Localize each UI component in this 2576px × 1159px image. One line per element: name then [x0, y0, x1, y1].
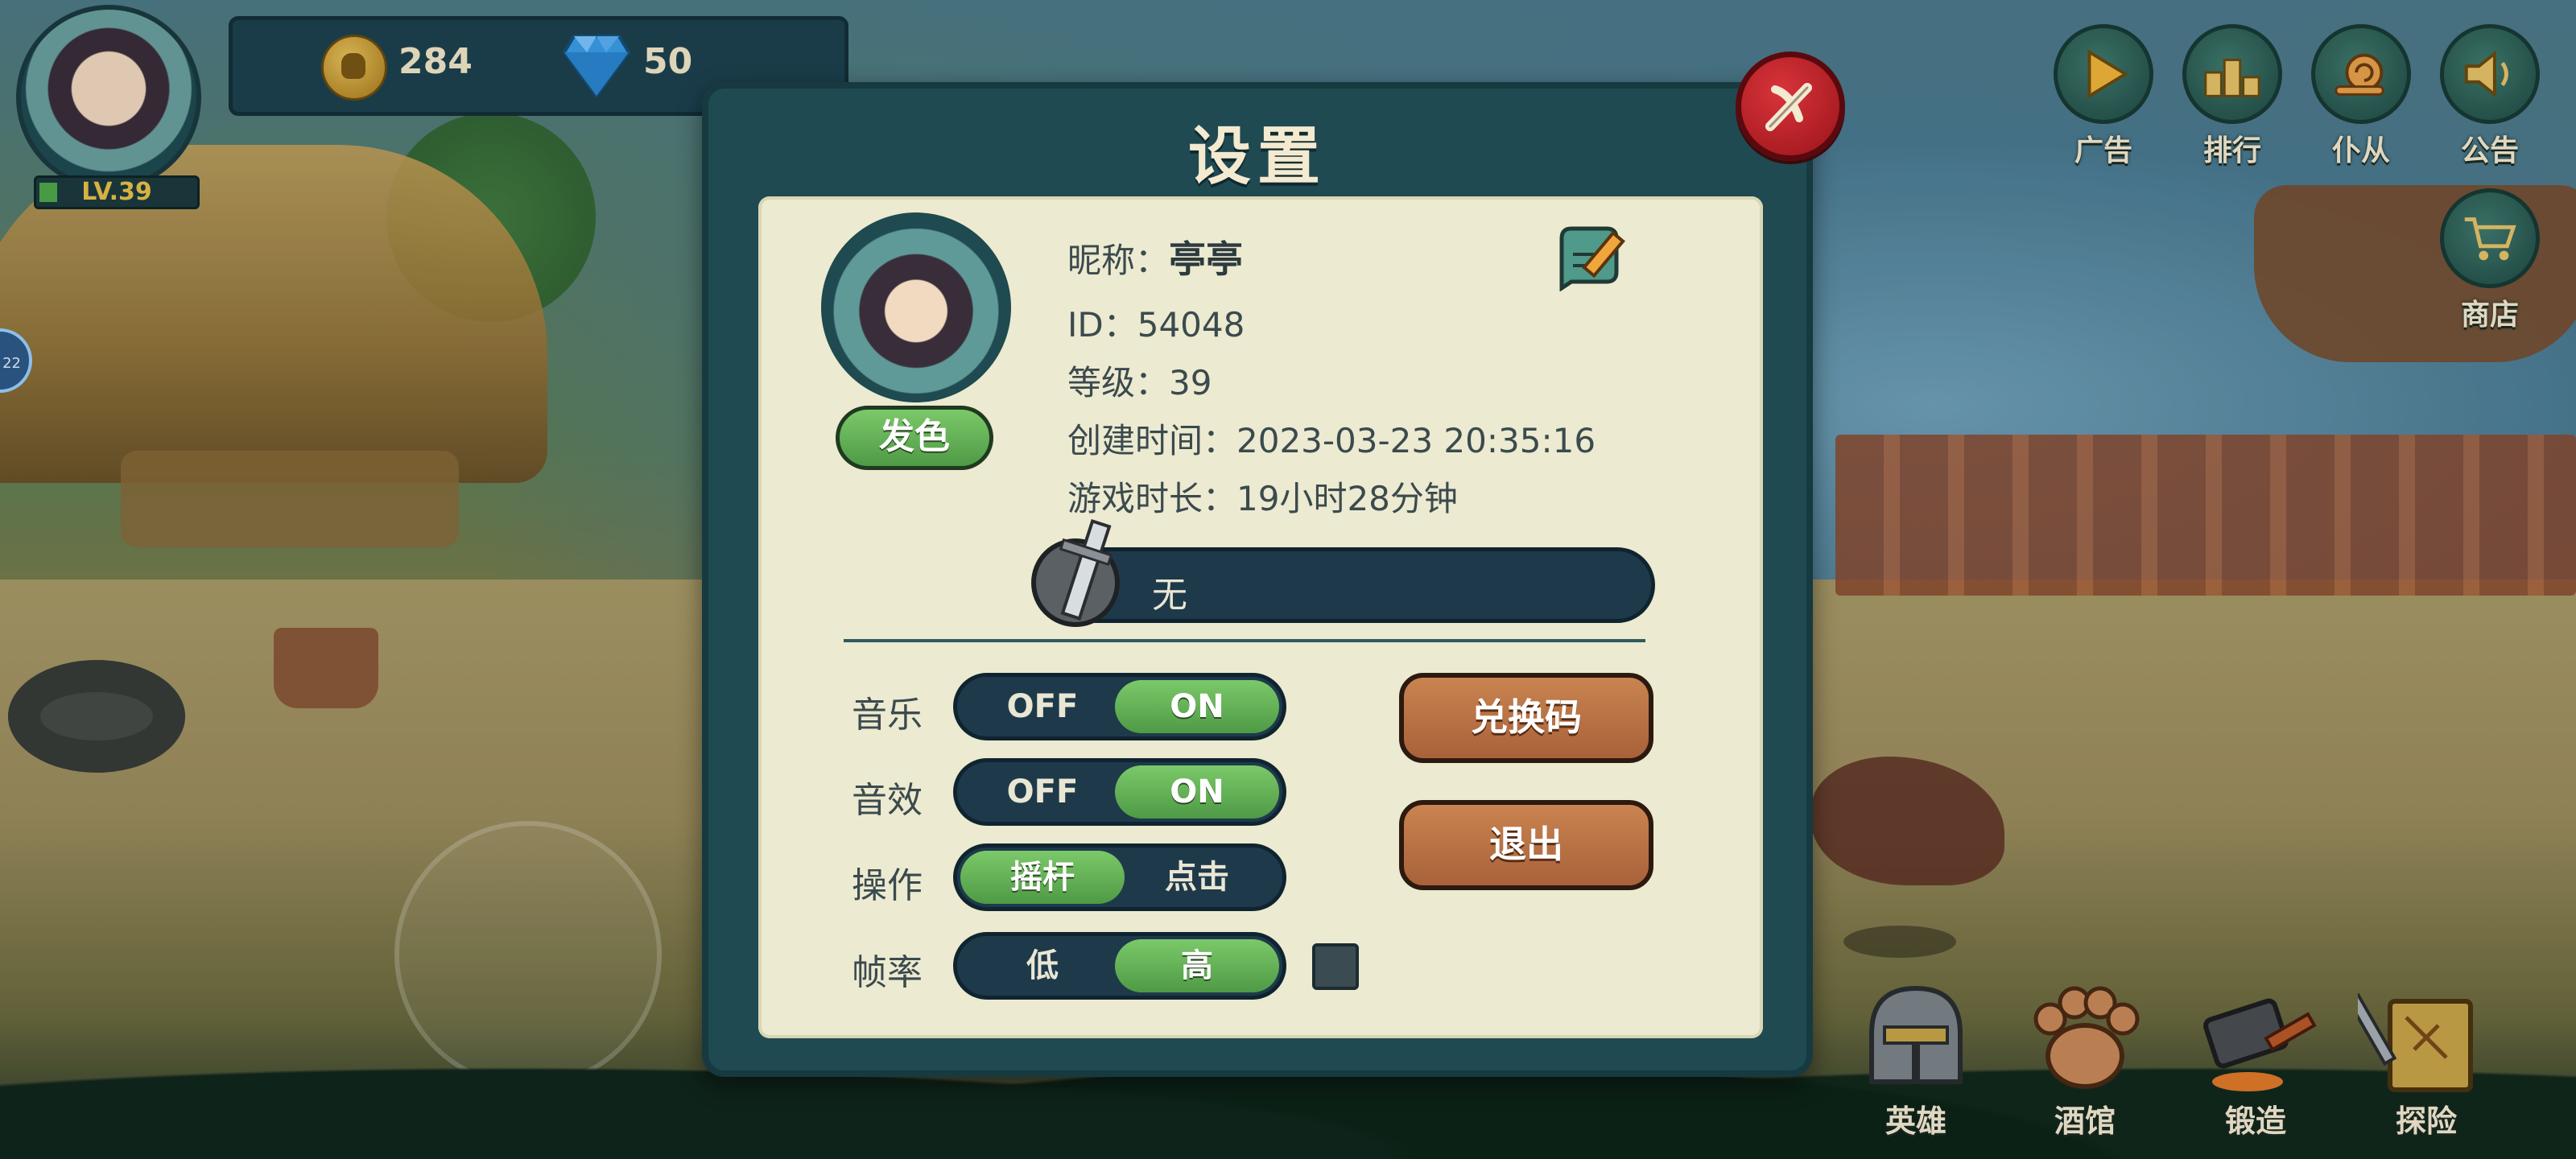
music-label: 音乐	[852, 695, 923, 736]
framerate-low-option[interactable]: 低	[960, 939, 1125, 992]
dialog-title: 设置	[1187, 121, 1327, 193]
framerate-label: 帧率	[852, 952, 923, 993]
hair-color-button[interactable]: 发色	[836, 406, 993, 470]
player-id: ID：54048	[1067, 305, 1245, 344]
title-slot[interactable]: 无	[1045, 547, 1655, 623]
framerate-toggle[interactable]: 低 高	[953, 932, 1286, 1000]
profile-avatar[interactable]	[821, 212, 1011, 402]
framerate-checkbox[interactable]	[1312, 943, 1359, 990]
player-level-info: 等级：39	[1067, 363, 1212, 402]
logout-button[interactable]: 退出	[1399, 800, 1653, 890]
framerate-high-option[interactable]: 高	[1115, 939, 1279, 992]
close-button[interactable]	[1736, 52, 1845, 161]
sound-effects-label: 音效	[852, 780, 923, 821]
sword-shield-icon	[1029, 515, 1133, 644]
sound-effects-toggle[interactable]: OFF ON	[953, 758, 1286, 826]
title-value: 无	[1152, 575, 1187, 616]
control-label: 操作	[852, 865, 923, 906]
sound-off-option[interactable]: OFF	[960, 765, 1125, 819]
nickname-value: 亭亭	[1169, 237, 1244, 281]
music-toggle[interactable]: OFF ON	[953, 673, 1286, 740]
music-on-option[interactable]: ON	[1115, 680, 1279, 733]
control-toggle[interactable]: 摇杆 点击	[953, 843, 1286, 911]
control-tap-option[interactable]: 点击	[1115, 851, 1279, 904]
nickname-row: 昵称：亭亭	[1067, 238, 1243, 282]
edit-nickname-button[interactable]	[1557, 222, 1634, 292]
redeem-code-button[interactable]: 兑换码	[1399, 673, 1653, 763]
created-time: 创建时间：2023-03-23 20:35:16	[1067, 421, 1596, 460]
close-icon	[1765, 83, 1812, 131]
play-time: 游戏时长：19小时28分钟	[1067, 479, 1458, 518]
section-divider	[844, 639, 1645, 642]
nickname-label: 昵称：	[1067, 241, 1170, 280]
sound-on-option[interactable]: ON	[1115, 765, 1279, 819]
edit-pencil-icon	[1559, 226, 1625, 292]
control-joystick-option[interactable]: 摇杆	[960, 851, 1125, 904]
music-off-option[interactable]: OFF	[960, 680, 1125, 733]
